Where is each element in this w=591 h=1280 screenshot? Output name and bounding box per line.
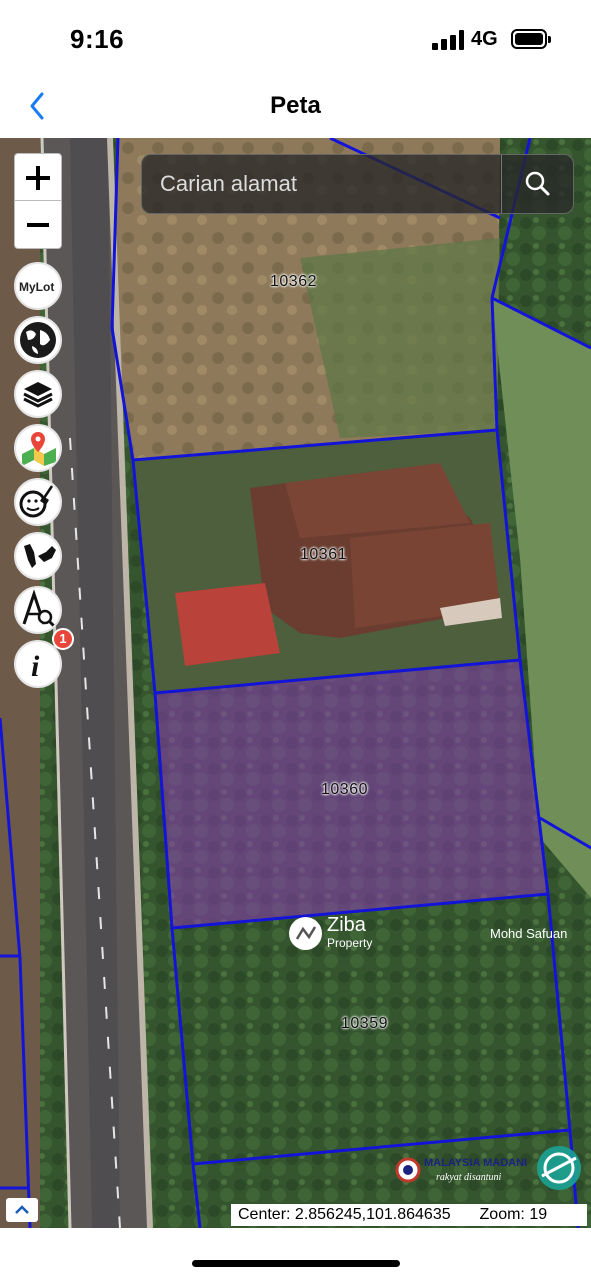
globe-icon [20,322,56,358]
home-area [0,1228,591,1280]
clean-button[interactable] [14,478,62,526]
svg-text:MALAYSIA MADANI: MALAYSIA MADANI [424,1157,527,1169]
watermark-sub: Property [327,936,373,950]
zoom-out-button[interactable] [15,202,61,249]
lot-label: 10361 [300,546,347,563]
zoom-in-button[interactable] [15,154,61,201]
svg-text:i: i [31,650,40,683]
lot-label: 10360 [321,781,368,798]
measure-search-icon [22,589,56,628]
center-coordinates: Center: 2.856245,101.864635 [238,1206,451,1223]
map-pin-button[interactable] [14,424,62,472]
malaysia-map-icon [24,544,56,568]
battery-icon [511,29,551,49]
layers-button[interactable] [14,370,62,418]
status-time: 9:16 [70,24,125,54]
photo-credit: Mohd Safuan [490,926,568,941]
search-input[interactable] [142,155,502,213]
map-coordinates: Center: 2.856245,101.864635 Zoom: 19 [231,1204,587,1226]
svg-text:rakyat disantuni: rakyat disantuni [436,1172,501,1183]
notification-badge: 1 [52,628,74,650]
search-icon [525,171,550,196]
signal-icon [432,30,464,50]
layers-icon [23,382,53,408]
satellite-imagery [0,138,591,1228]
chevron-up-icon [15,1205,29,1214]
address-search [141,154,574,214]
zoom-control [14,153,62,249]
mylot-button[interactable]: MyLot [14,262,62,310]
status-bar: 9:16 4G [0,0,591,78]
network-type: 4G [471,28,498,50]
malaysia-madani-logo: MALAYSIA MADANI rakyat disantuni [394,1138,591,1198]
minus-icon [27,223,49,227]
home-indicator[interactable] [192,1260,400,1267]
lot-label: 10359 [341,1015,388,1032]
expand-panel-button[interactable] [6,1198,38,1222]
globe-button[interactable] [14,316,62,364]
nav-bar: Peta [0,78,591,138]
mylot-icon: MyLot [19,280,54,294]
plus-icon [26,166,50,190]
map-view[interactable]: 10362 10361 10360 10359 MyLot [0,138,591,1228]
page-title: Peta [270,92,321,119]
watermark-name: Ziba [327,914,366,936]
ziba-logo-icon [289,917,322,950]
search-button[interactable] [502,155,574,213]
info-icon: i [31,650,40,683]
zoom-level: Zoom: 19 [479,1206,548,1223]
malaysia-map-button[interactable] [14,532,62,580]
ziba-property-watermark: Ziba Property [289,914,399,954]
map-pin-icon [22,432,56,466]
measure-search-button[interactable] [14,586,62,634]
lot-label: 10362 [270,273,317,290]
svg-text:MyLot: MyLot [19,280,54,294]
broom-icon [19,485,54,518]
